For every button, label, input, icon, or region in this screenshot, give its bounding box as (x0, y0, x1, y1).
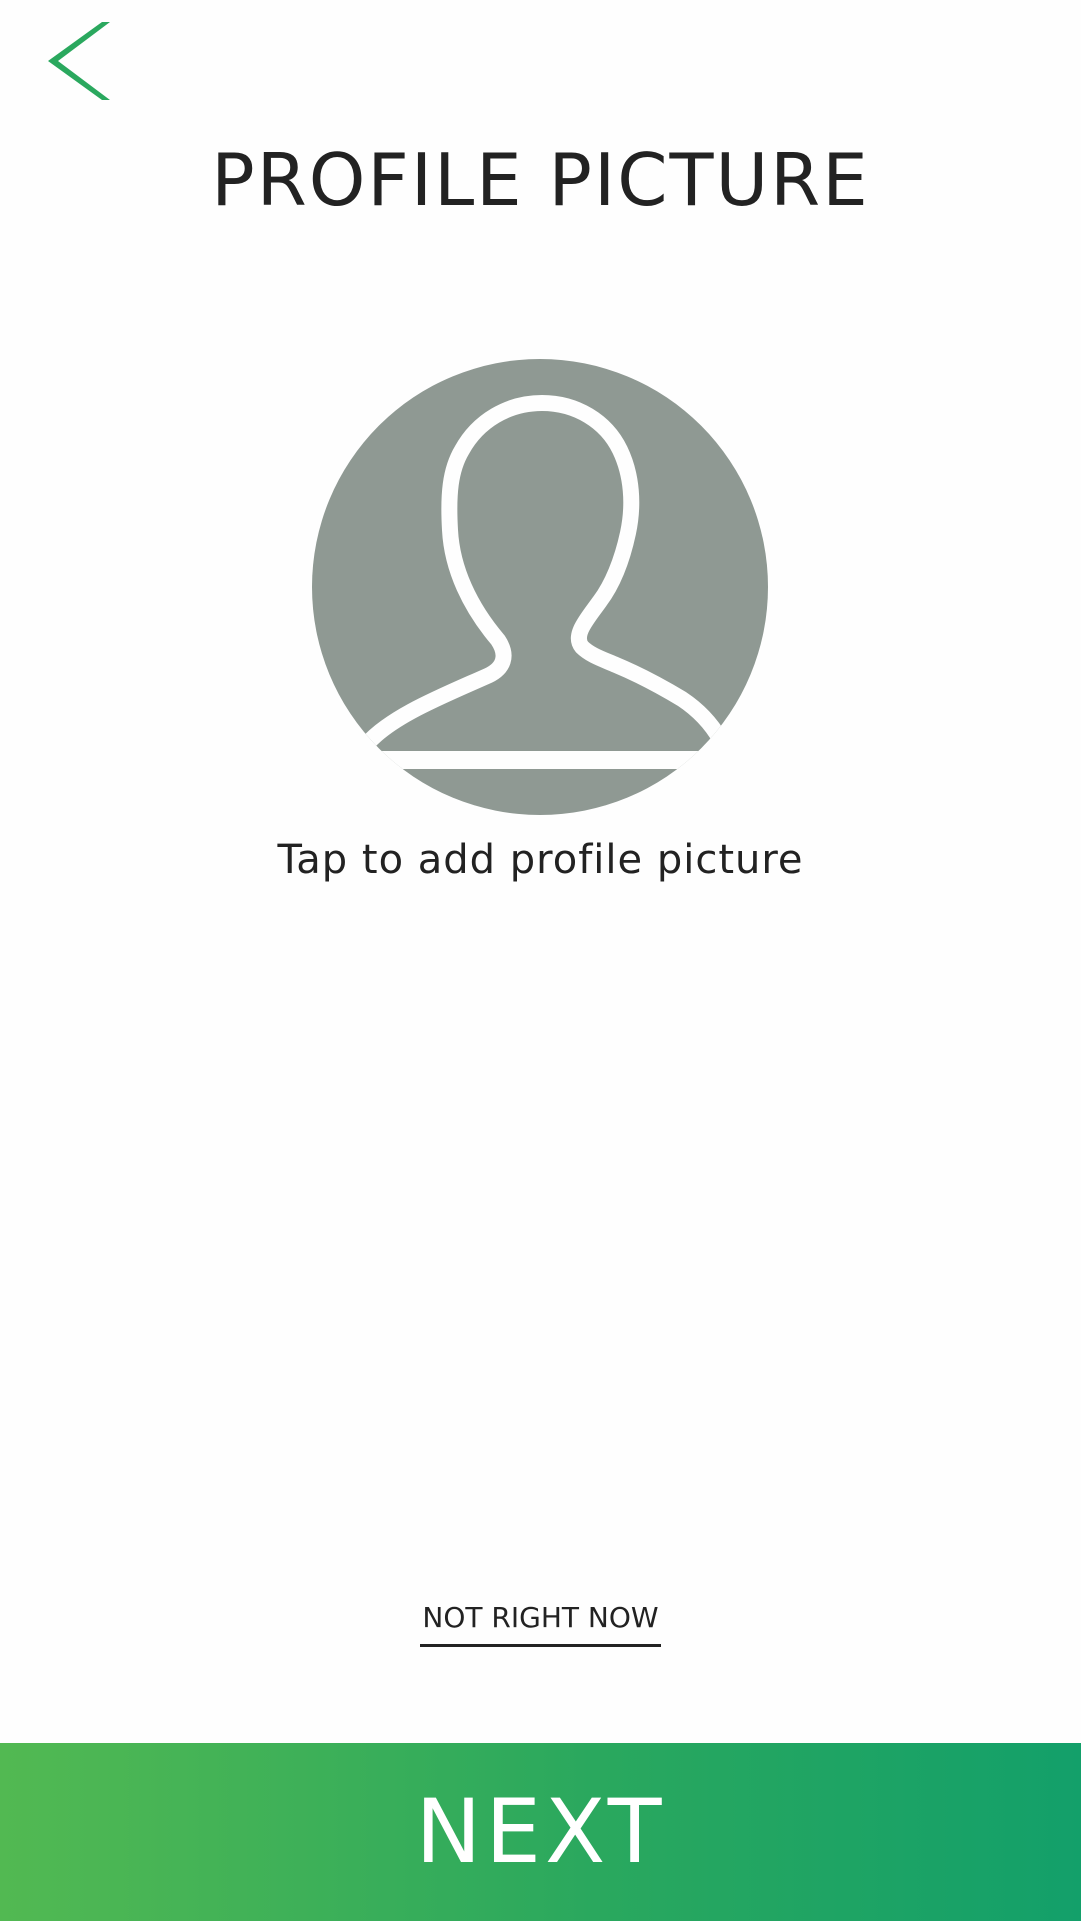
not-right-now-link[interactable]: NOT RIGHT NOW (420, 1600, 661, 1647)
profile-picture-screen: PROFILE PICTURE Tap to add profile pictu… (0, 0, 1081, 1921)
chevron-left-icon (48, 22, 110, 100)
page-title: PROFILE PICTURE (211, 138, 870, 222)
avatar-picker[interactable]: Tap to add profile picture (0, 355, 1081, 900)
user-silhouette-icon (312, 359, 768, 815)
next-button[interactable]: NEXT (0, 1743, 1081, 1921)
tap-to-add-label: Tap to add profile picture (277, 837, 804, 883)
avatar[interactable] (310, 355, 770, 820)
back-button[interactable] (40, 18, 120, 104)
